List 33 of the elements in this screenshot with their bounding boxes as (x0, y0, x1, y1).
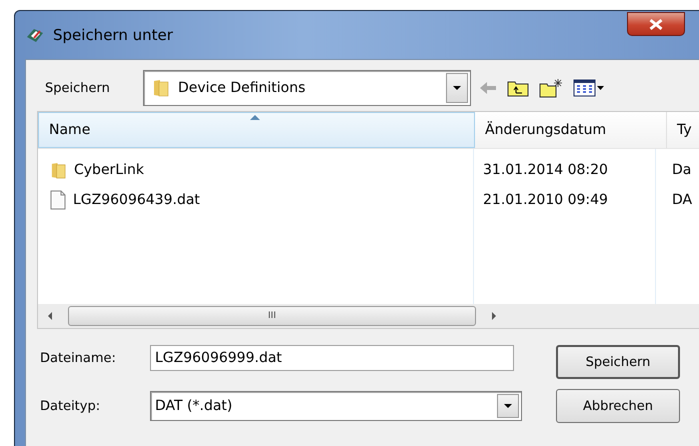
save-button[interactable]: Speichern (556, 345, 680, 379)
table-cell: Da (672, 162, 692, 178)
scroll-right-icon[interactable] (492, 312, 496, 320)
folder-icon (50, 160, 67, 180)
table-cell: DA (672, 192, 692, 208)
new-folder-icon[interactable] (539, 78, 563, 98)
close-icon[interactable] (649, 18, 663, 30)
scroll-left-icon[interactable] (48, 312, 52, 320)
filetype-label: Dateityp: (39, 398, 102, 414)
column-header[interactable]: Ty (667, 112, 699, 148)
folder-up-icon[interactable] (507, 79, 529, 97)
file-name[interactable]: CyberLink (74, 162, 144, 178)
close-button[interactable] (627, 12, 685, 36)
cancel-button[interactable]: Abbrechen (556, 389, 680, 423)
sort-arrow-icon (250, 115, 260, 120)
column-header[interactable]: Name (38, 112, 475, 148)
view-menu-icon[interactable] (573, 79, 605, 97)
scroll-grip[interactable]: III (268, 311, 276, 321)
caret-icon[interactable] (504, 404, 512, 408)
save-in-label: Speichern (44, 80, 111, 96)
caret-icon[interactable] (453, 86, 461, 90)
file-icon (50, 190, 66, 210)
filetype-dropdown[interactable]: DAT (*.dat) (150, 391, 522, 421)
folder-icon (152, 78, 170, 98)
horizontal-scrollbar[interactable]: III (38, 304, 699, 328)
file-name[interactable]: LGZ96096439.dat (73, 192, 200, 208)
window-title: Speichern unter (53, 26, 173, 44)
filename-field[interactable]: LGZ96096999.dat (150, 345, 514, 371)
column-header[interactable]: Änderungsdatum (475, 112, 667, 148)
date-cell: 21.01.2010 09:49 (483, 192, 608, 208)
filename-label: Dateiname: (39, 350, 117, 366)
date-cell: 31.01.2014 08:20 (483, 162, 608, 178)
location-dropdown[interactable]: Device Definitions (143, 70, 471, 106)
